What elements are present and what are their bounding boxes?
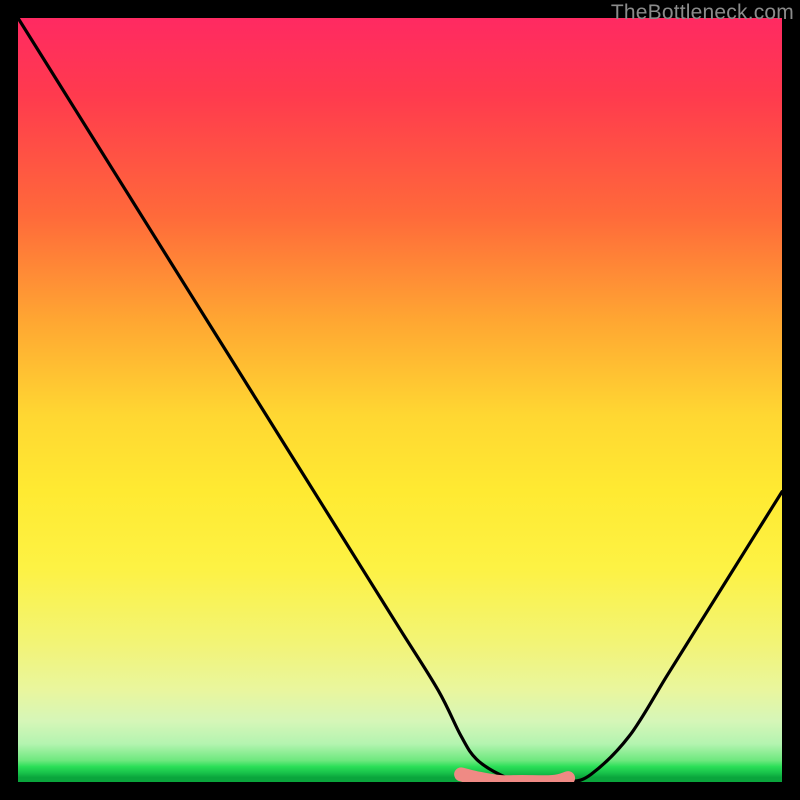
plot-area bbox=[18, 18, 782, 782]
black-curve-path bbox=[18, 18, 782, 782]
chart-svg bbox=[18, 18, 782, 782]
chart-frame: TheBottleneck.com bbox=[0, 0, 800, 800]
pink-highlight-group bbox=[461, 774, 568, 782]
watermark-text: TheBottleneck.com bbox=[611, 1, 794, 25]
pink-highlight-path bbox=[461, 774, 568, 782]
black-curve-group bbox=[18, 18, 782, 782]
